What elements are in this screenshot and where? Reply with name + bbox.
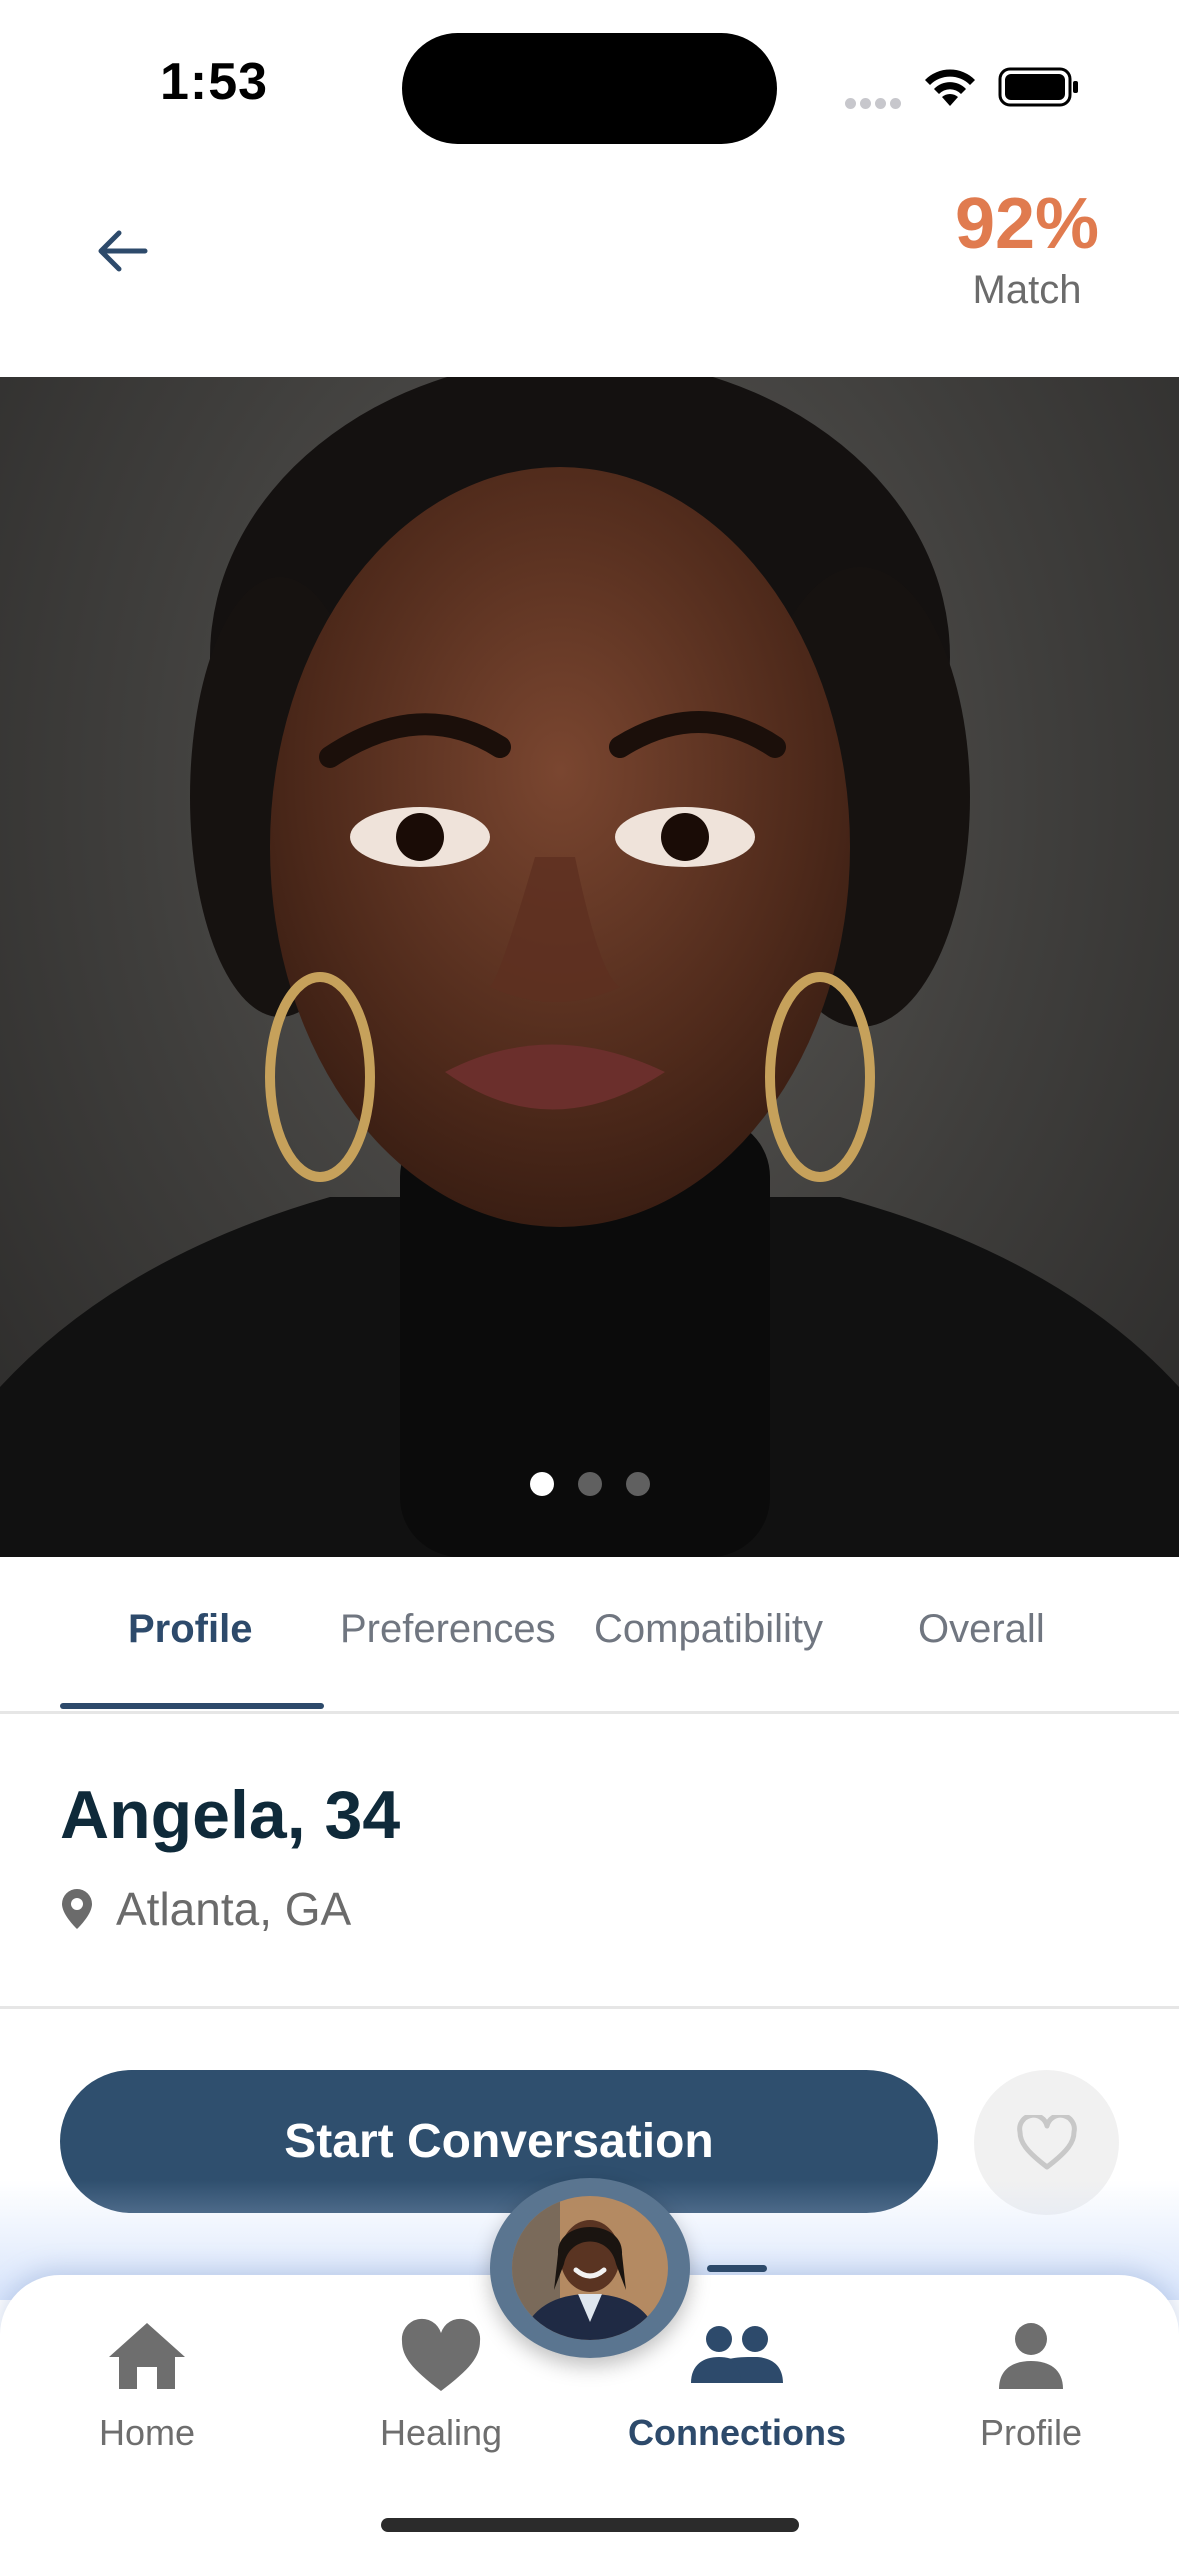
active-tab-indicator: [60, 1703, 324, 1709]
avatar: [512, 2196, 668, 2340]
tab-compatibility[interactable]: Compatibility: [594, 1607, 823, 1652]
wifi-icon: [925, 69, 975, 106]
tab-preferences[interactable]: Preferences: [340, 1607, 556, 1652]
profile-name-age: Angela, 34: [60, 1777, 401, 1853]
location-text: Atlanta, GA: [116, 1883, 352, 1935]
status-bar: 1:53: [0, 0, 1179, 160]
cellular-signal-icon: [845, 96, 905, 109]
tab-profile[interactable]: Profile: [128, 1607, 252, 1652]
photo-dot-2[interactable]: [578, 1472, 602, 1496]
match-percent: 92%: [954, 184, 1100, 264]
nav-profile[interactable]: Profile: [916, 2310, 1146, 2454]
photo-pagination: [530, 1472, 650, 1496]
heart-outline-icon: [1016, 2114, 1077, 2169]
back-button[interactable]: [82, 212, 160, 290]
nav-active-indicator: [707, 2265, 767, 2272]
location-pin-icon: [62, 1889, 92, 1929]
home-indicator: [381, 2518, 799, 2532]
match-label: Match: [972, 268, 1082, 312]
tab-overall[interactable]: Overall: [918, 1607, 1045, 1652]
nav-healing-label: Healing: [379, 2412, 503, 2453]
home-icon: [109, 2323, 185, 2389]
profile-photo[interactable]: [0, 377, 1179, 1557]
photo-dot-1[interactable]: [530, 1472, 554, 1496]
nav-profile-label: Profile: [979, 2412, 1083, 2453]
profile-photo-portrait: [0, 377, 1179, 1557]
arrow-left-icon: [98, 230, 148, 272]
person-icon: [999, 2323, 1063, 2389]
user-avatar-button[interactable]: [490, 2178, 690, 2358]
profile-location: Atlanta, GA: [60, 1882, 351, 1936]
section-divider: [0, 2006, 1179, 2009]
dynamic-island: [402, 33, 777, 144]
photo-dot-3[interactable]: [626, 1472, 650, 1496]
status-time: 1:53: [160, 53, 269, 111]
profile-tabs: Profile Preferences Compatibility Overal…: [0, 1557, 1179, 1714]
battery-icon: [998, 67, 1078, 107]
nav-home[interactable]: Home: [32, 2310, 262, 2454]
match-score: 92% Match: [937, 182, 1117, 314]
nav-home-label: Home: [98, 2412, 196, 2453]
people-icon: [691, 2326, 783, 2383]
nav-connections-label: Connections: [627, 2412, 846, 2453]
heart-icon: [401, 2318, 481, 2391]
